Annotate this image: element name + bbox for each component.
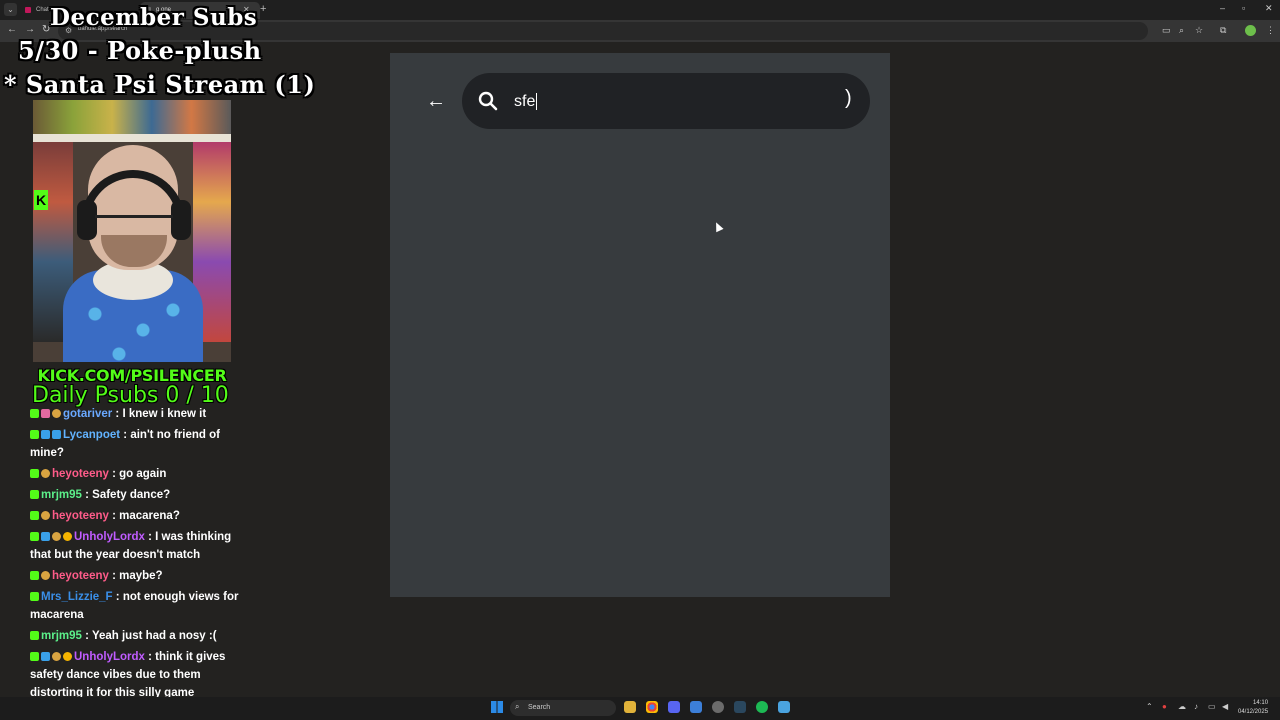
chat-list: gotariver : I knew i knew it Lycanpoet : …: [30, 405, 240, 705]
chat-message-text: go again: [119, 468, 167, 480]
search-input[interactable]: [514, 90, 834, 114]
chat-message: Mrs_Lizzie_F : not enough views for maca…: [30, 591, 239, 621]
chat-message: mrjm95 : Safety dance?: [30, 486, 240, 504]
search-icon: ⌕: [515, 702, 520, 711]
chat-username[interactable]: mrjm95: [41, 630, 82, 642]
extensions-icon[interactable]: ⧉: [1220, 25, 1226, 36]
chat-message-text: macarena?: [119, 510, 180, 522]
tray-mic-icon[interactable]: ♪: [1194, 702, 1198, 711]
chat-username[interactable]: heyoteeny: [52, 510, 109, 522]
kick-badge-icon: [30, 511, 39, 520]
chat-badge-icon: [52, 532, 61, 541]
tray-cloud-icon[interactable]: ☁: [1178, 702, 1186, 711]
chat-message-text: Safety dance?: [92, 489, 171, 501]
kick-badge-icon: [30, 631, 39, 640]
back-nav-icon[interactable]: ←: [7, 24, 17, 35]
tab-label: Chat: [36, 7, 49, 13]
windows-taskbar: ⌕ Search ⌃ ● ☁ ♪ ▭ ◀ 14:10 04/12/2025: [0, 697, 1280, 720]
clock-time: 14:10: [1253, 700, 1269, 706]
browser-menu-icon[interactable]: ⋮: [1266, 25, 1275, 36]
chat-message: heyoteeny : go again: [30, 465, 240, 483]
chat-badge-icon: [52, 430, 61, 439]
chat-message: heyoteeny : macarena?: [30, 507, 240, 525]
spotify-icon[interactable]: [756, 701, 768, 713]
kick-badge-icon: [30, 490, 39, 499]
chat-badge-icon: [41, 469, 50, 478]
steam-icon[interactable]: [734, 701, 746, 713]
forward-nav-icon[interactable]: →: [25, 24, 35, 35]
cast-icon[interactable]: ▭: [1162, 25, 1171, 36]
profile-avatar-icon[interactable]: [1245, 25, 1256, 36]
taskbar-search[interactable]: ⌕ Search: [510, 700, 616, 716]
kick-logo-icon: K: [34, 190, 48, 210]
overlay-subs-stream: * Santa Psi Stream (1): [4, 70, 316, 99]
chat-username[interactable]: heyoteeny: [52, 570, 109, 582]
app-icon[interactable]: [690, 701, 702, 713]
chat-username[interactable]: Mrs_Lizzie_F: [41, 591, 113, 603]
webcam-feed: K: [33, 100, 231, 362]
kick-badge-icon: [30, 592, 39, 601]
chat-message-text: maybe?: [119, 570, 163, 582]
chrome-icon[interactable]: [646, 701, 658, 713]
back-arrow-icon[interactable]: ←: [426, 88, 446, 114]
notepad-icon[interactable]: [778, 701, 790, 713]
tray-chevron-icon[interactable]: ⌃: [1146, 702, 1153, 711]
chat-message: Lycanpoet : ain't no friend of mine?: [30, 429, 220, 459]
chat-badge-icon: [41, 532, 50, 541]
chat-message-text: I knew i knew it: [122, 408, 207, 420]
chat-badge-icon: [41, 652, 50, 661]
chat-badge-icon: [41, 511, 50, 520]
chat-message: heyoteeny : maybe?: [30, 567, 240, 585]
chat-badge-icon: [63, 652, 72, 661]
search-panel: [390, 53, 890, 597]
chat-message-text: Yeah just had a nosy :(: [91, 630, 217, 642]
chat-badge-icon: [41, 571, 50, 580]
overlay-subs-goal: 5/30 - Poke-plush: [18, 36, 262, 65]
obs-icon[interactable]: [712, 701, 724, 713]
text-caret: [536, 93, 537, 110]
chat-username[interactable]: mrjm95: [41, 489, 82, 501]
tray-monitor-icon[interactable]: ▭: [1208, 702, 1216, 711]
kick-badge-icon: [30, 532, 39, 541]
kick-badge-icon: [30, 430, 39, 439]
system-clock[interactable]: 14:10 04/12/2025: [1238, 699, 1268, 717]
chat-username[interactable]: heyoteeny: [52, 468, 109, 480]
kick-channel-url: KICK.COM/PSILENCER: [37, 366, 227, 385]
chat-username[interactable]: gotariver: [63, 408, 112, 420]
kick-badge-icon: [30, 652, 39, 661]
maximize-button[interactable]: ▫: [1242, 3, 1245, 13]
chat-badge-icon: [52, 409, 61, 418]
chat-message: mrjm95 : Yeah just had a nosy :(: [30, 627, 240, 645]
tab-favicon-icon: [25, 7, 31, 13]
chat-badge-icon: [41, 430, 50, 439]
search-trailing-glyph[interactable]: ): [845, 87, 852, 110]
chat-badge-icon: [63, 532, 72, 541]
chat-username[interactable]: UnholyLordx: [74, 651, 145, 663]
kick-badge-icon: [30, 469, 39, 478]
minimize-button[interactable]: –: [1220, 3, 1225, 13]
windows-start-icon[interactable]: [491, 701, 503, 713]
volume-icon[interactable]: ◀: [1222, 702, 1228, 711]
bookmark-star-icon[interactable]: ☆: [1195, 25, 1203, 36]
file-explorer-icon[interactable]: [624, 701, 636, 713]
tray-app-icon[interactable]: ●: [1162, 702, 1167, 711]
discord-icon[interactable]: [668, 701, 680, 713]
chat-message: UnholyLordx : think it gives safety danc…: [30, 651, 226, 699]
chat-message: gotariver : I knew i knew it: [30, 405, 240, 423]
close-window-button[interactable]: ✕: [1265, 3, 1273, 14]
clock-date: 04/12/2025: [1238, 709, 1269, 715]
zoom-icon[interactable]: ⌕: [1179, 25, 1184, 36]
chat-badge-icon: [52, 652, 61, 661]
overlay-subs-title: December Subs: [50, 4, 258, 31]
chat-username[interactable]: Lycanpoet: [63, 429, 120, 441]
taskbar-search-label: Search: [528, 704, 551, 711]
chat-message: UnholyLordx : I was thinking that but th…: [30, 531, 232, 561]
tab-search-dropdown-icon[interactable]: ⌄: [4, 3, 17, 16]
chat-badge-icon: [41, 409, 50, 418]
chat-username[interactable]: UnholyLordx: [74, 531, 145, 543]
kick-badge-icon: [30, 571, 39, 580]
kick-badge-icon: [30, 409, 39, 418]
search-icon: [478, 91, 498, 111]
new-tab-button[interactable]: +: [260, 3, 266, 15]
